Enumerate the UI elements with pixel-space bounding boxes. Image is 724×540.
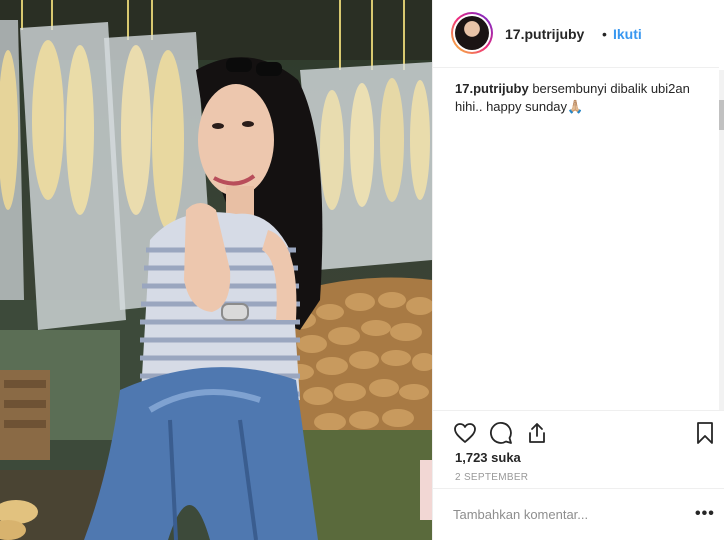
caption-username[interactable]: 17.putrijuby <box>455 81 529 96</box>
add-comment-section: ••• <box>433 488 724 540</box>
post-date[interactable]: 2 SEPTEMBER <box>455 472 528 483</box>
like-count[interactable]: 1,723 suka <box>455 450 521 465</box>
post-actions <box>433 410 724 450</box>
bookmark-icon[interactable] <box>693 421 717 445</box>
avatar-photo <box>455 16 489 50</box>
comment-icon[interactable] <box>489 421 513 445</box>
heart-icon[interactable] <box>453 421 477 445</box>
comment-input[interactable] <box>453 507 673 522</box>
header-separator: • <box>602 26 607 42</box>
more-options-button[interactable]: ••• <box>695 505 715 523</box>
post-caption: 17.putrijuby bersembunyi dibalik ubi2an … <box>455 80 699 116</box>
post-header: 17.putrijuby • Ikuti <box>433 0 719 68</box>
header-username[interactable]: 17.putrijuby <box>505 26 584 42</box>
post-sidebar: 17.putrijuby • Ikuti 17.putrijuby bersem… <box>432 0 724 540</box>
instagram-post: 17.putrijuby • Ikuti 17.putrijuby bersem… <box>0 0 724 540</box>
follow-button[interactable]: Ikuti <box>613 26 642 42</box>
share-icon[interactable] <box>525 421 549 445</box>
photo-image <box>0 0 432 540</box>
comments-scrollbar[interactable] <box>719 70 724 410</box>
post-photo[interactable] <box>0 0 432 540</box>
avatar[interactable] <box>451 12 493 54</box>
avatar-frame <box>453 14 491 52</box>
scrollbar-thumb[interactable] <box>719 100 724 130</box>
